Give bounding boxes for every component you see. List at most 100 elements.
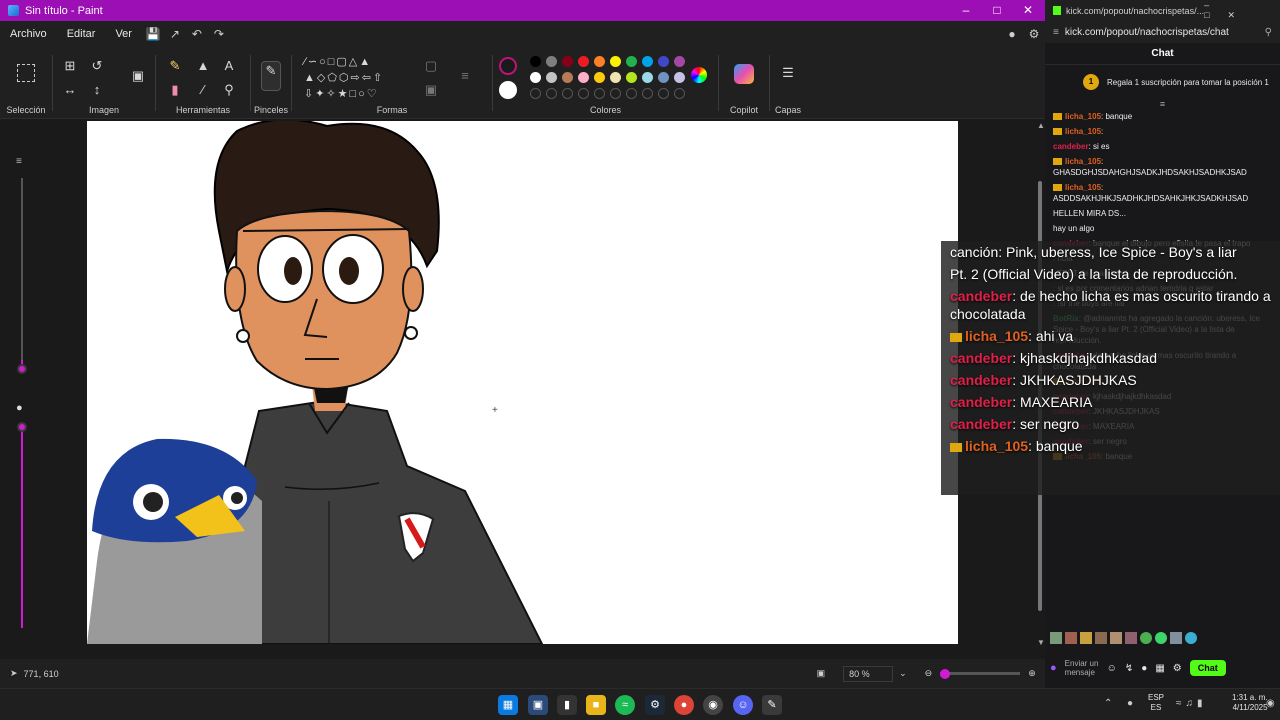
emote-icon[interactable] (1050, 632, 1062, 644)
select-rect-icon[interactable] (17, 64, 35, 82)
emote-icon[interactable] (1080, 632, 1092, 644)
site-info-icon[interactable]: ≡ (1053, 27, 1059, 38)
edit-colors-icon[interactable] (691, 67, 707, 83)
empty-custom-swatch[interactable] (562, 88, 573, 99)
account-icon[interactable]: ● (1001, 27, 1023, 41)
emote-icon[interactable] (1185, 632, 1197, 644)
palette-swatch[interactable] (578, 56, 589, 67)
fit-window-icon[interactable]: ▣ (817, 668, 826, 679)
menu-archivo[interactable]: Archivo (0, 28, 57, 40)
layers-icon[interactable]: ☰ (779, 64, 797, 82)
emote-icon[interactable] (1110, 632, 1122, 644)
file-explorer-icon[interactable]: ■ (586, 695, 606, 715)
users-icon[interactable]: ● (1141, 663, 1147, 674)
outline-icon[interactable]: ▢ (422, 57, 440, 75)
app-gallery-icon[interactable]: ▣ (528, 695, 548, 715)
windows-start-icon[interactable]: ▦ (498, 695, 518, 715)
palette-swatch[interactable] (642, 56, 653, 67)
empty-custom-swatch[interactable] (594, 88, 605, 99)
crop-icon[interactable]: ⊞ (61, 57, 79, 75)
send-chat-button[interactable]: Chat (1189, 660, 1226, 676)
zoom-thumb[interactable] (940, 669, 951, 679)
image-select-icon[interactable]: ▣ (129, 67, 147, 85)
palette-swatch[interactable] (546, 72, 557, 83)
copilot-icon[interactable] (734, 64, 754, 84)
palette-swatch[interactable] (658, 56, 669, 67)
undo-icon[interactable]: ↶ (186, 27, 208, 41)
brush-icon[interactable]: ✎ (261, 61, 281, 91)
palette-swatch[interactable] (626, 56, 637, 67)
save-icon[interactable]: 💾 (142, 27, 164, 41)
fill-bucket-icon[interactable]: ▲ (194, 57, 212, 75)
primary-color-swatch[interactable] (499, 57, 517, 75)
size-thumb[interactable] (17, 364, 27, 374)
chat-username[interactable]: candeber (1053, 142, 1089, 151)
text-icon[interactable]: A (220, 57, 238, 75)
search-icon[interactable]: ⚲ (1265, 27, 1272, 38)
drawing-canvas[interactable]: + (87, 121, 958, 644)
secondary-color-swatch[interactable] (499, 81, 517, 99)
github-icon[interactable]: ◉ (703, 695, 723, 715)
emote-icon[interactable] (1140, 632, 1152, 644)
clock[interactable]: 1:31 a. m. 4/11/2025 (1232, 693, 1268, 713)
settings-icon[interactable]: ⚙ (1173, 663, 1182, 674)
pencil-icon[interactable]: ✎ (166, 57, 184, 75)
palette-swatch[interactable] (562, 56, 573, 67)
pinned-gift-banner[interactable]: 1 Regala 1 suscripción para tomar la pos… (1053, 71, 1272, 93)
chevron-down-icon[interactable]: ⌄ (899, 668, 907, 679)
tray-mic-icon[interactable]: ● (1127, 698, 1133, 709)
palette-swatch[interactable] (530, 72, 541, 83)
palette-swatch[interactable] (546, 56, 557, 67)
color-picker-icon[interactable]: ∕ (194, 81, 212, 99)
empty-custom-swatch[interactable] (610, 88, 621, 99)
empty-custom-swatch[interactable] (658, 88, 669, 99)
emote-icon[interactable] (1155, 632, 1167, 644)
zoom-slider[interactable] (940, 669, 1021, 679)
close-button[interactable]: ✕ (1012, 0, 1044, 21)
emote-icon[interactable] (1095, 632, 1107, 644)
rotate-icon[interactable]: ↔ (61, 81, 79, 99)
palette-swatch[interactable] (674, 72, 685, 83)
empty-custom-swatch[interactable] (578, 88, 589, 99)
empty-custom-swatch[interactable] (674, 88, 685, 99)
chat-window-controls-icon[interactable]: –□✕ (1204, 0, 1268, 21)
menu-editar[interactable]: Editar (57, 28, 106, 40)
empty-custom-swatch[interactable] (642, 88, 653, 99)
zoom-out-icon[interactable]: ⊖ (925, 668, 933, 679)
tray-chevron-icon[interactable]: ⌃ (1104, 698, 1112, 709)
palette-swatch[interactable] (626, 72, 637, 83)
palette-swatch[interactable] (562, 72, 573, 83)
address-bar[interactable]: ≡ kick.com/popout/nachocrispetas/chat ⚲ (1045, 21, 1280, 43)
empty-custom-swatch[interactable] (626, 88, 637, 99)
brush-size-slider[interactable]: ≡ ● (14, 150, 30, 630)
empty-custom-swatch[interactable] (546, 88, 557, 99)
palette-swatch[interactable] (594, 72, 605, 83)
scroll-up-icon[interactable]: ▲ (1037, 121, 1045, 130)
palette-swatch[interactable] (530, 56, 541, 67)
notifications-icon[interactable]: ◉ (1266, 698, 1275, 709)
empty-custom-swatch[interactable] (530, 88, 541, 99)
chrome-icon[interactable]: ● (674, 695, 694, 715)
language-indicator[interactable]: ESP ES (1148, 693, 1164, 713)
lightning-icon[interactable]: ↯ (1125, 663, 1133, 674)
paint-taskbar-icon[interactable]: ✎ (762, 695, 782, 715)
steam-icon[interactable]: ⚙ (645, 695, 665, 715)
spotify-icon[interactable]: ≈ (615, 695, 635, 715)
magnifier-icon[interactable]: ⚲ (220, 81, 238, 99)
wifi-volume-battery-icon[interactable]: ≈♫▮ (1176, 698, 1207, 709)
chat-input[interactable]: Enviar un mensaje (1065, 659, 1099, 677)
emote-icon[interactable] (1170, 632, 1182, 644)
stroke-size-icon[interactable]: ≡ (456, 67, 474, 85)
palette-swatch[interactable] (594, 56, 605, 67)
menu-ver[interactable]: Ver (105, 28, 142, 40)
chat-username[interactable]: licha_105 (1065, 127, 1101, 136)
opacity-thumb[interactable] (17, 422, 27, 432)
discord-icon[interactable]: ☺ (733, 695, 753, 715)
chat-username[interactable]: licha_105 (1065, 183, 1101, 192)
emote-icon[interactable] (1065, 632, 1077, 644)
redo-icon[interactable]: ↷ (208, 27, 230, 41)
palette-swatch[interactable] (642, 72, 653, 83)
terminal-icon[interactable]: ▮ (557, 695, 577, 715)
chat-username[interactable]: licha_105 (1065, 112, 1101, 121)
share-icon[interactable]: ↗ (164, 27, 186, 41)
